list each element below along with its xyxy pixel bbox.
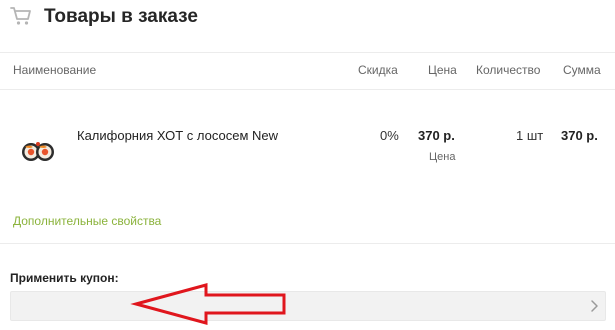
product-image[interactable] bbox=[20, 138, 56, 164]
product-price-caption: Цена bbox=[429, 151, 456, 163]
coupon-label: Применить купон: bbox=[10, 271, 119, 285]
product-discount: 0% bbox=[380, 128, 399, 143]
column-header-quantity: Количество bbox=[476, 63, 541, 77]
table-header: Наименование Скидка Цена Количество Сумм… bbox=[0, 53, 615, 90]
order-header: Товары в заказе bbox=[0, 0, 615, 53]
product-sum: 370 р. bbox=[561, 128, 598, 143]
product-price: 370 р. bbox=[418, 128, 455, 143]
column-header-name: Наименование bbox=[13, 63, 97, 77]
product-name[interactable]: Калифорния ХОТ с лососем New bbox=[77, 128, 278, 144]
product-quantity: 1 шт bbox=[516, 128, 544, 143]
column-header-discount: Скидка bbox=[358, 63, 398, 77]
coupon-input[interactable] bbox=[10, 291, 606, 321]
column-header-price: Цена bbox=[428, 63, 457, 77]
table-row: Калифорния ХОТ с лососем New 0% 370 р. Ц… bbox=[0, 90, 615, 244]
extra-properties-link[interactable]: Дополнительные свойства bbox=[13, 214, 161, 228]
cart-icon bbox=[10, 5, 32, 27]
order-items-page: Товары в заказе Наименование Скидка Цена… bbox=[0, 0, 615, 330]
page-title: Товары в заказе bbox=[44, 6, 198, 27]
chevron-right-icon[interactable] bbox=[586, 298, 602, 314]
column-header-sum: Сумма bbox=[563, 63, 601, 77]
